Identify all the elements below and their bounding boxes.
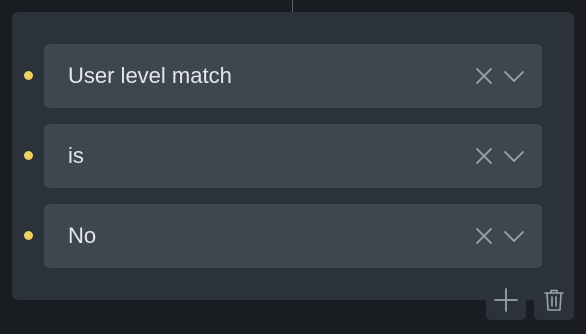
field-select-value: User level match xyxy=(68,63,232,88)
chevron-down-icon[interactable] xyxy=(503,66,525,86)
clear-icon[interactable] xyxy=(474,66,494,86)
connector-line xyxy=(292,0,293,12)
status-dot xyxy=(24,71,33,80)
value-select[interactable]: No xyxy=(44,204,542,268)
chevron-down-icon[interactable] xyxy=(503,146,525,166)
delete-condition-button[interactable] xyxy=(534,280,574,320)
status-dot xyxy=(24,151,33,160)
field-select[interactable]: User level match xyxy=(44,44,542,108)
filter-condition-panel: User level match is No xyxy=(12,12,574,300)
status-dot xyxy=(24,231,33,240)
add-condition-button[interactable] xyxy=(486,280,526,320)
value-select-value: No xyxy=(68,223,97,248)
plus-icon xyxy=(494,288,518,312)
operator-select[interactable]: is xyxy=(44,124,542,188)
clear-icon[interactable] xyxy=(474,226,494,246)
condition-row-field: User level match xyxy=(12,44,574,108)
chevron-down-icon[interactable] xyxy=(503,226,525,246)
operator-select-value: is xyxy=(68,143,84,168)
condition-row-value: No xyxy=(12,204,574,268)
condition-row-operator: is xyxy=(12,124,574,188)
clear-icon[interactable] xyxy=(474,146,494,166)
trash-icon xyxy=(544,289,564,311)
